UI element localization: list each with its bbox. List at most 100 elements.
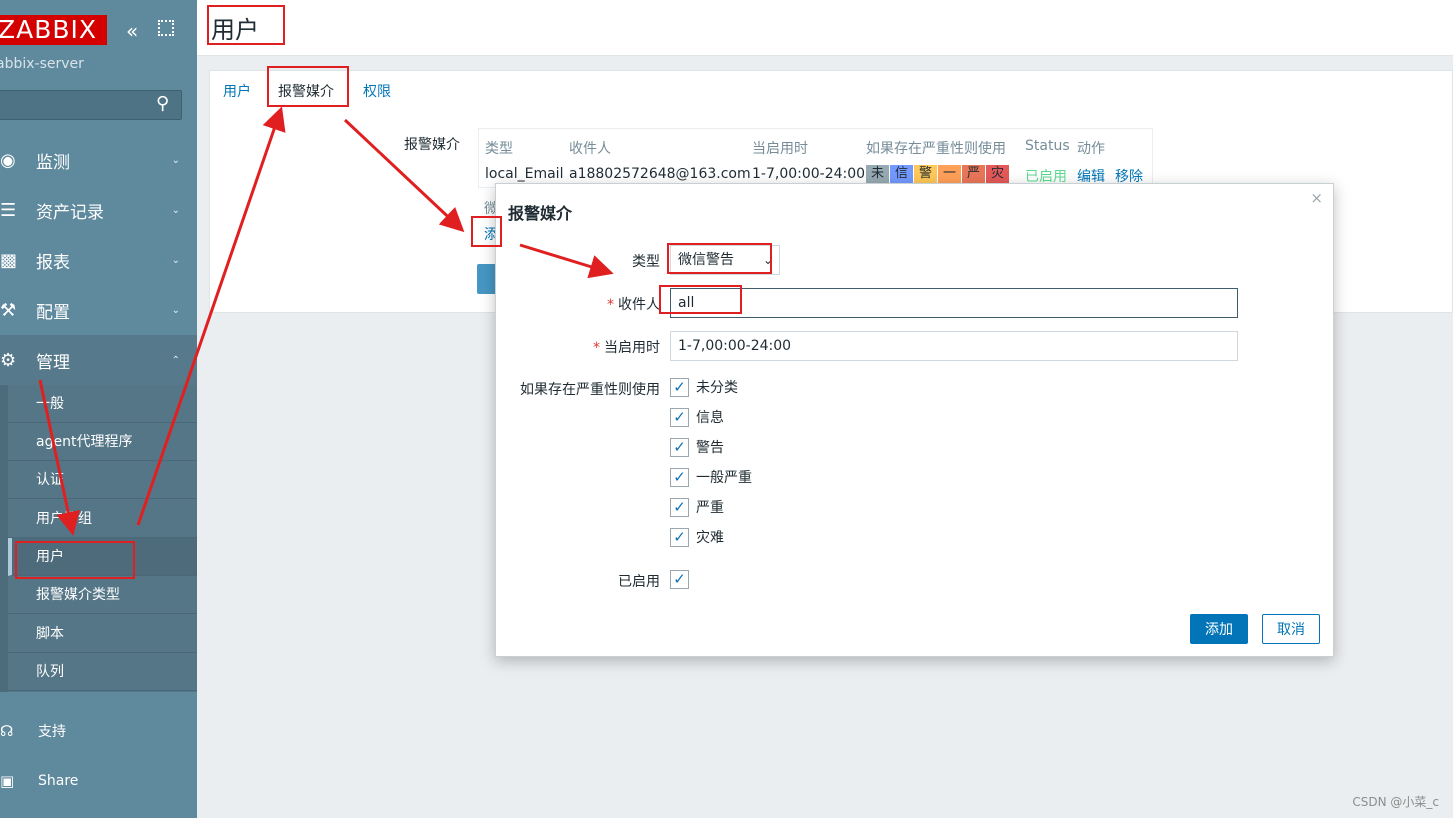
chevron-down-icon: ⌄	[171, 204, 180, 216]
cancel-button[interactable]: 取消	[1262, 614, 1320, 644]
nav-configuration[interactable]: ⚒ 配置 ⌄	[0, 285, 197, 335]
nav-label: 监测	[36, 152, 70, 173]
close-icon[interactable]: ×	[1310, 189, 1323, 207]
severity-checkbox-disaster[interactable]: ✓ 灾难	[670, 527, 724, 547]
submenu-scripts[interactable]: 脚本	[8, 615, 197, 653]
media-table: 类型 收件人 当启用时 如果存在严重性则使用 Status 动作 local_E…	[478, 128, 1153, 188]
column-header: 类型	[485, 141, 513, 157]
nav-label: 管理	[36, 352, 70, 373]
submenu-general[interactable]: 一般	[8, 385, 197, 423]
period-label: * 当启用时	[556, 337, 660, 357]
collapse-sidebar-icon[interactable]: «	[126, 19, 138, 43]
search-input[interactable]	[0, 90, 182, 120]
search-icon[interactable]: ⚲	[156, 93, 169, 114]
sidebar: ZABBIX « abbix-server ⚲ ◉ 监测 ⌄ ☰ 资产记录 ⌄ …	[0, 0, 197, 818]
submenu-proxies[interactable]: agent代理程序	[8, 423, 197, 461]
sendto-label-text: 收件人	[618, 297, 660, 313]
nav-label: 配置	[36, 302, 70, 323]
gear-icon: ⚙	[0, 349, 17, 371]
required-marker: *	[593, 340, 600, 356]
chevron-down-icon: ⌄	[171, 154, 180, 166]
enabled-checkbox[interactable]: ✓	[670, 569, 696, 589]
checkbox-checked-icon[interactable]: ✓	[670, 527, 689, 547]
add-button[interactable]: 添加	[1190, 614, 1248, 644]
nav-label: 报表	[36, 252, 70, 273]
zabbix-logo[interactable]: ZABBIX	[0, 15, 107, 45]
checkbox-label: 未分类	[696, 380, 738, 396]
tab-permissions[interactable]: 权限	[363, 81, 391, 101]
severity-checkbox-warning[interactable]: ✓ 警告	[670, 437, 724, 457]
submenu-queue[interactable]: 队列	[8, 653, 197, 691]
severity-checkbox-information[interactable]: ✓ 信息	[670, 407, 724, 427]
nav-inventory[interactable]: ☰ 资产记录 ⌄	[0, 185, 197, 235]
chevron-down-icon: ⌄	[171, 304, 180, 316]
checkbox-label: 严重	[696, 500, 724, 516]
severity-average-badge: 一	[938, 165, 961, 183]
nav-monitoring[interactable]: ◉ 监测 ⌄	[0, 135, 197, 185]
submenu-authentication[interactable]: 认证	[8, 461, 197, 499]
checkbox-label: 灾难	[696, 530, 724, 546]
severity-not-classified-badge: 未	[866, 165, 889, 183]
admin-submenu: 一般 agent代理程序 认证 用户群组 用户 报警媒介类型 脚本 队列	[0, 385, 197, 692]
period-input[interactable]	[670, 331, 1238, 361]
checkbox-checked-icon[interactable]: ✓	[670, 467, 689, 487]
nav-label: 资产记录	[36, 202, 104, 223]
submenu-bar	[0, 385, 8, 692]
chevron-down-icon: ⌄	[762, 253, 773, 267]
when-active-cell: 1-7,00:00-24:00	[752, 166, 866, 182]
column-header: 如果存在严重性则使用	[866, 141, 1006, 157]
checkbox-label: 一般严重	[696, 470, 752, 486]
page-header: 用户	[197, 0, 1453, 56]
headset-icon: ☊	[0, 722, 14, 740]
nav-label: 支持	[38, 724, 66, 740]
submenu-user-groups[interactable]: 用户群组	[8, 500, 197, 538]
severity-checkbox-high[interactable]: ✓ 严重	[670, 497, 724, 517]
kiosk-mode-icon[interactable]	[158, 20, 174, 36]
submenu-media-types[interactable]: 报警媒介类型	[8, 576, 197, 614]
media-type-cell: local_Email	[485, 166, 564, 182]
eye-icon: ◉	[0, 149, 16, 171]
type-select[interactable]: 微信警告 ⌄	[670, 245, 780, 275]
column-header: 当启用时	[752, 141, 808, 157]
severity-warning-badge: 警	[914, 165, 937, 183]
nav-administration[interactable]: ⚙ 管理 ⌃	[0, 335, 197, 385]
sendto-input[interactable]	[670, 288, 1238, 318]
checkbox-label: 警告	[696, 440, 724, 456]
sendto-label: * 收件人	[556, 294, 660, 314]
enabled-label: 已启用	[618, 574, 660, 590]
type-label: 类型	[632, 254, 660, 270]
checkbox-checked-icon[interactable]: ✓	[670, 497, 689, 517]
severity-checkbox-average[interactable]: ✓ 一般严重	[670, 467, 752, 487]
checkbox-checked-icon[interactable]: ✓	[670, 407, 689, 427]
severity-high-badge: 严	[962, 165, 985, 183]
checkbox-label: 信息	[696, 410, 724, 426]
nav-support[interactable]: ☊ 支持	[0, 711, 197, 751]
checkbox-checked-icon[interactable]: ✓	[670, 377, 689, 397]
checkbox-checked-icon[interactable]: ✓	[670, 569, 689, 589]
column-header: 收件人	[569, 141, 611, 157]
sendto-cell: a18802572648@163.com	[569, 166, 751, 182]
list-icon: ☰	[0, 199, 17, 221]
nav-label: Share	[38, 773, 79, 789]
severity-disaster-badge: 灾	[986, 165, 1009, 183]
wrench-icon: ⚒	[0, 299, 17, 321]
column-header: 动作	[1077, 141, 1105, 157]
share-icon: ▣	[0, 772, 15, 790]
nav-reports[interactable]: ▩ 报表 ⌄	[0, 235, 197, 285]
nav-share[interactable]: ▣ Share	[0, 761, 197, 801]
media-dialog: 报警媒介 × 类型 微信警告 ⌄ *收件人 *当启用时 如果存在严重性则使用 ✓…	[495, 183, 1334, 657]
bar-chart-icon: ▩	[0, 249, 18, 271]
tab-user[interactable]: 用户	[223, 81, 251, 101]
server-name: abbix-server	[0, 56, 84, 72]
checkbox-checked-icon[interactable]: ✓	[670, 437, 689, 457]
chevron-up-icon: ⌃	[171, 354, 180, 366]
severity-label: 如果存在严重性则使用	[520, 382, 660, 398]
submenu-users[interactable]: 用户	[8, 538, 197, 576]
watermark: CSDN @小菜_c	[1352, 795, 1439, 809]
chevron-down-icon: ⌄	[171, 254, 180, 266]
column-header: Status	[1025, 138, 1070, 154]
period-label-text: 当启用时	[604, 340, 660, 356]
severity-checkbox-not-classified[interactable]: ✓ 未分类	[670, 377, 738, 397]
tab-media[interactable]: 报警媒介	[278, 81, 334, 111]
dialog-title: 报警媒介	[508, 204, 573, 223]
